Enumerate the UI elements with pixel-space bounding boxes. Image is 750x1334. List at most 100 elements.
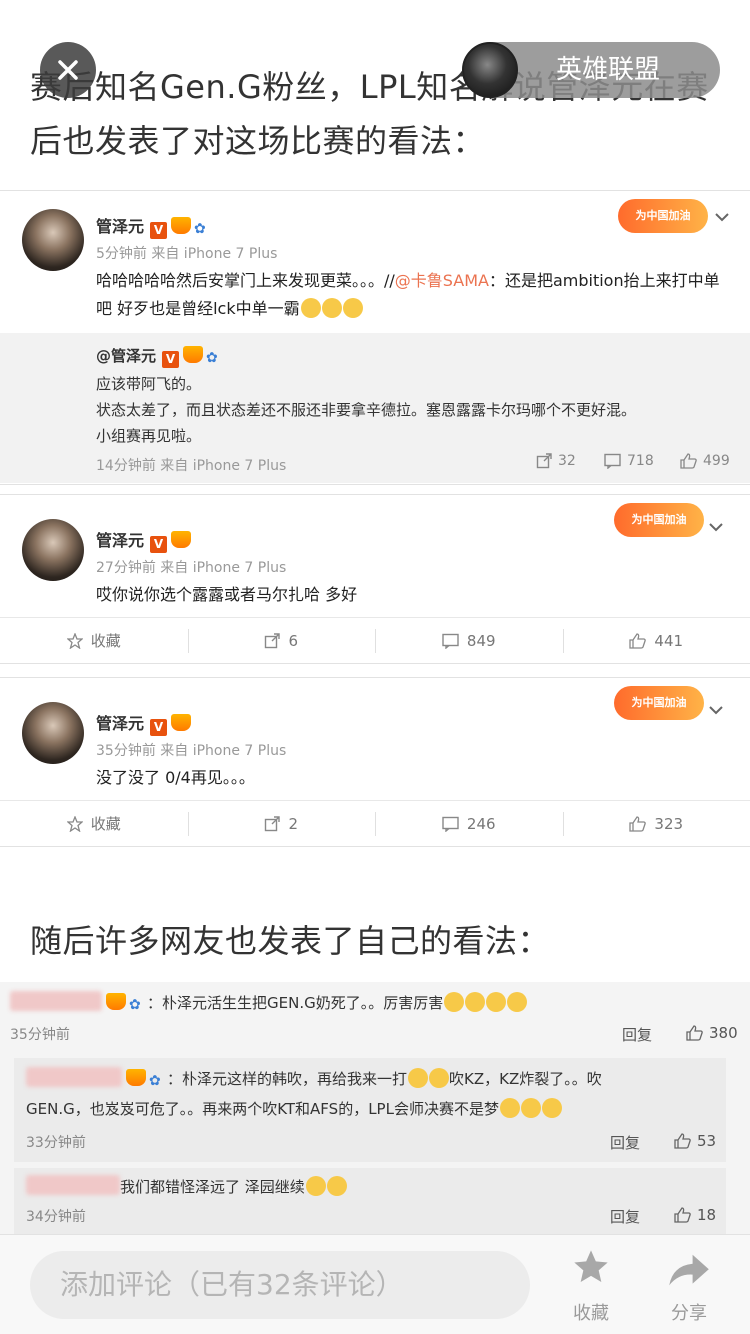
mention-link[interactable]: @卡鲁SAMA bbox=[395, 271, 489, 290]
repost-button[interactable]: 6 bbox=[187, 618, 376, 663]
verified-icon: V bbox=[150, 536, 168, 553]
post-user[interactable]: 管泽元 V bbox=[96, 710, 192, 736]
comment-count: 849 bbox=[466, 631, 496, 650]
like-button[interactable]: 323 bbox=[562, 801, 750, 846]
comment-text: ✿ ：朴泽元这样的韩吹，再给我来一打 吹KZ，KZ炸裂了。。吹 bbox=[26, 1066, 706, 1092]
quoted-post[interactable]: @管泽元 V ✿ 应该带阿飞的。 状态太差了，而且状态差还不服还非要拿辛德拉。塞恩露… bbox=[0, 333, 750, 483]
reply-button[interactable]: 回复 bbox=[610, 1132, 640, 1153]
blurred-username bbox=[26, 1067, 122, 1087]
emoji-icon bbox=[499, 1098, 520, 1118]
share-button[interactable]: 分享 bbox=[654, 1247, 724, 1325]
user-name[interactable]: 管泽元 bbox=[96, 217, 144, 236]
chevron-down-icon[interactable] bbox=[714, 209, 730, 225]
quoted-like-button[interactable]: 499 bbox=[680, 453, 730, 469]
fan-badge-icon: ✿ bbox=[149, 1073, 161, 1089]
comment-text: GEN.G，也岌岌可危了。。再来两个吹KT和AFS的，LPL会师决赛不是梦 bbox=[26, 1096, 706, 1122]
emoji-icon bbox=[300, 298, 321, 318]
verified-icon: V bbox=[150, 222, 168, 239]
comment-button[interactable]: 849 bbox=[375, 618, 563, 663]
post-user[interactable]: 管泽元 V bbox=[96, 527, 192, 553]
comment-icon bbox=[442, 633, 459, 649]
comment-like-button[interactable]: 53 bbox=[674, 1132, 716, 1150]
post-text: 哈哈哈哈哈然后安掌门上来发现更菜。。。//@卡鲁SAMA：还是把ambition… bbox=[96, 267, 726, 323]
user-name[interactable]: 管泽元 bbox=[96, 531, 144, 550]
star-icon bbox=[574, 1250, 608, 1282]
chevron-down-icon[interactable] bbox=[708, 702, 724, 718]
member-crown-icon bbox=[126, 1069, 146, 1086]
quoted-comment-button[interactable]: 718 bbox=[604, 453, 654, 469]
quoted-meta: 14分钟前 来自 iPhone 7 Plus bbox=[96, 458, 287, 474]
post-text-part: 哈哈哈哈哈然后安掌门上来发现更菜。。。// bbox=[96, 271, 395, 290]
quoted-line: 应该带阿飞的。 bbox=[96, 375, 202, 393]
comment-like-button[interactable]: 18 bbox=[674, 1206, 716, 1224]
star-icon bbox=[66, 815, 83, 832]
member-crown-icon bbox=[106, 993, 126, 1010]
cheer-badge[interactable]: 为中国加油 bbox=[614, 503, 704, 537]
thumbs-up-icon bbox=[629, 632, 647, 649]
post-text: 没了没了 0/4再见。。。 bbox=[96, 768, 255, 787]
emoji-icon bbox=[520, 1098, 541, 1118]
quoted-line: 小组赛再见啦。 bbox=[96, 427, 202, 445]
like-button[interactable]: 441 bbox=[562, 618, 750, 663]
repost-count: 6 bbox=[288, 631, 299, 650]
comment-body: 我们都错怪泽远了 泽园继续 bbox=[120, 1178, 305, 1196]
comment-time: 35分钟前 bbox=[10, 1027, 70, 1043]
like-count: 499 bbox=[703, 453, 730, 469]
chevron-down-icon[interactable] bbox=[708, 519, 724, 535]
cheer-badge[interactable]: 为中国加油 bbox=[614, 686, 704, 720]
comment-time: 34分钟前 bbox=[26, 1209, 86, 1225]
emoji-icon bbox=[486, 992, 507, 1012]
fan-badge-icon: ✿ bbox=[129, 997, 141, 1013]
comment-input[interactable]: 添加评论（已有32条评论） bbox=[30, 1251, 530, 1319]
emoji-icon bbox=[321, 298, 342, 318]
reply-button[interactable]: 回复 bbox=[622, 1024, 652, 1045]
comment-time: 33分钟前 bbox=[26, 1135, 86, 1151]
thumbs-up-icon bbox=[629, 815, 647, 832]
comment-text: 我们都错怪泽远了 泽园继续 bbox=[26, 1174, 706, 1200]
emoji-icon bbox=[408, 1068, 429, 1088]
repost-button[interactable]: 2 bbox=[187, 801, 376, 846]
repost-icon bbox=[265, 815, 281, 831]
channel-avatar bbox=[462, 42, 518, 98]
like-count: 323 bbox=[654, 814, 684, 833]
quoted-user[interactable]: @管泽元 V ✿ bbox=[96, 345, 224, 368]
emoji-icon bbox=[507, 992, 528, 1012]
quoted-repost-button[interactable]: 32 bbox=[536, 453, 576, 469]
comment-like-count: 380 bbox=[709, 1024, 738, 1042]
thumbs-up-icon bbox=[680, 453, 697, 469]
post-action-bar: 收藏 6 849 441 bbox=[0, 617, 750, 663]
quoted-user-name[interactable]: @管泽元 bbox=[96, 347, 156, 365]
fan-badge-icon: ✿ bbox=[194, 221, 206, 237]
cheer-badge[interactable]: 为中国加油 bbox=[618, 199, 708, 233]
comment-body: 吹KZ，KZ炸裂了。。吹 bbox=[449, 1070, 602, 1088]
favorite-button[interactable]: 收藏 bbox=[0, 618, 188, 663]
comment-like-button[interactable]: 380 bbox=[686, 1024, 738, 1042]
quoted-line: 状态太差了，而且状态差还不服还非要拿辛德拉。塞恩露露卡尔玛哪个不更好混。 bbox=[96, 401, 637, 419]
member-crown-icon bbox=[183, 346, 204, 363]
avatar[interactable] bbox=[22, 209, 84, 271]
fan-badge-icon: ✿ bbox=[206, 350, 218, 366]
comment-icon bbox=[442, 816, 459, 832]
thumbs-up-icon bbox=[674, 1207, 691, 1223]
star-icon bbox=[66, 632, 83, 649]
post-user[interactable]: 管泽元 V ✿ bbox=[96, 213, 212, 239]
member-crown-icon bbox=[171, 714, 192, 731]
avatar[interactable] bbox=[22, 702, 84, 764]
post-meta: 27分钟前 来自 iPhone 7 Plus bbox=[96, 560, 287, 576]
user-name[interactable]: 管泽元 bbox=[96, 714, 144, 733]
comment-body: ：朴泽元这样的韩吹，再给我来一打 bbox=[167, 1070, 408, 1088]
favorite-button[interactable]: 收藏 bbox=[556, 1247, 626, 1325]
close-button[interactable] bbox=[40, 42, 96, 98]
avatar[interactable] bbox=[22, 519, 84, 581]
channel-name: 英雄联盟 bbox=[556, 55, 661, 85]
reply-button[interactable]: 回复 bbox=[610, 1206, 640, 1227]
comment-like-count: 18 bbox=[697, 1206, 717, 1224]
channel-follow-pill[interactable]: 英雄联盟 bbox=[462, 42, 720, 98]
repost-icon bbox=[265, 632, 281, 648]
emoji-icon bbox=[326, 1176, 347, 1196]
like-count: 441 bbox=[654, 631, 684, 650]
weibo-post-card: 管泽元 V 35分钟前 来自 iPhone 7 Plus 没了没了 0/4再见。。… bbox=[0, 677, 750, 847]
favorite-button[interactable]: 收藏 bbox=[0, 801, 188, 846]
favorite-label: 收藏 bbox=[90, 632, 121, 650]
comment-button[interactable]: 246 bbox=[375, 801, 563, 846]
